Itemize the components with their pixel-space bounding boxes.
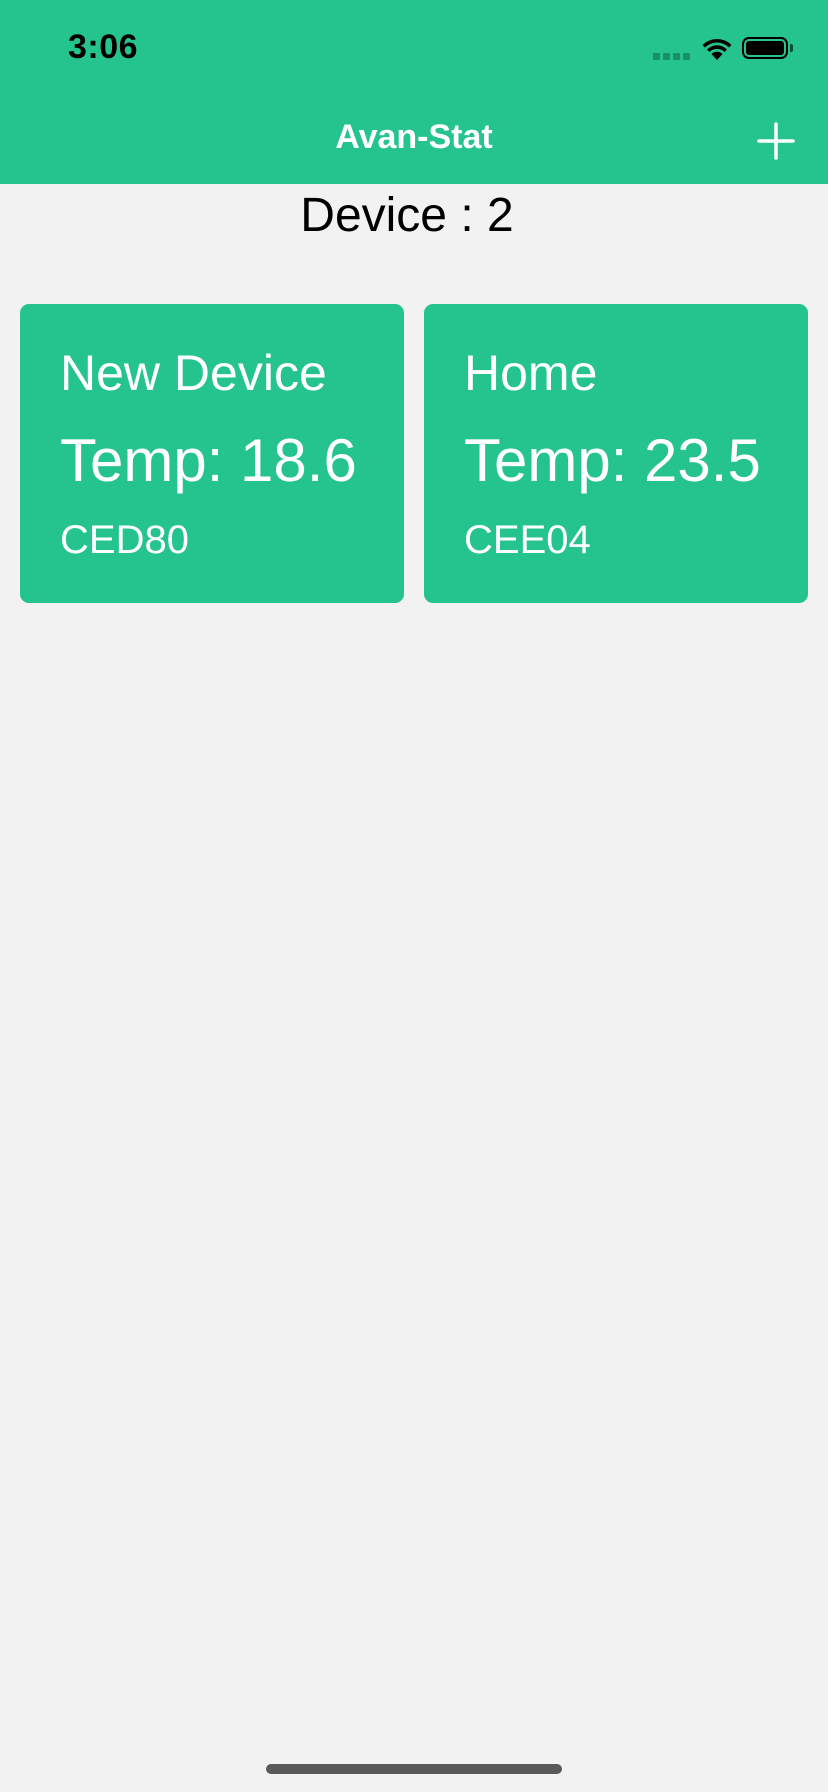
device-card-home[interactable]: Home Temp: 23.5 CEE04 — [424, 304, 808, 603]
device-temp: Temp: 18.6 — [60, 427, 357, 494]
device-count: Device : 2 — [300, 189, 514, 242]
home-indicator[interactable] — [266, 1764, 562, 1774]
status-time: 3:06 — [68, 28, 139, 66]
device-temp: Temp: 23.5 — [464, 427, 761, 494]
device-name: Home — [464, 345, 598, 401]
battery-icon — [742, 37, 788, 59]
app-header: 3:06 Avan-Stat — [0, 0, 828, 184]
signal-icon — [653, 53, 691, 61]
wifi-icon — [702, 38, 732, 60]
device-code: CEE04 — [464, 518, 591, 562]
device-code: CED80 — [60, 518, 189, 562]
page-title: Avan-Stat — [335, 118, 493, 156]
plus-icon[interactable] — [752, 116, 800, 164]
battery-tip — [790, 44, 793, 52]
device-card-new-device[interactable]: New Device Temp: 18.6 CED80 — [20, 304, 404, 603]
device-name: New Device — [60, 345, 327, 401]
